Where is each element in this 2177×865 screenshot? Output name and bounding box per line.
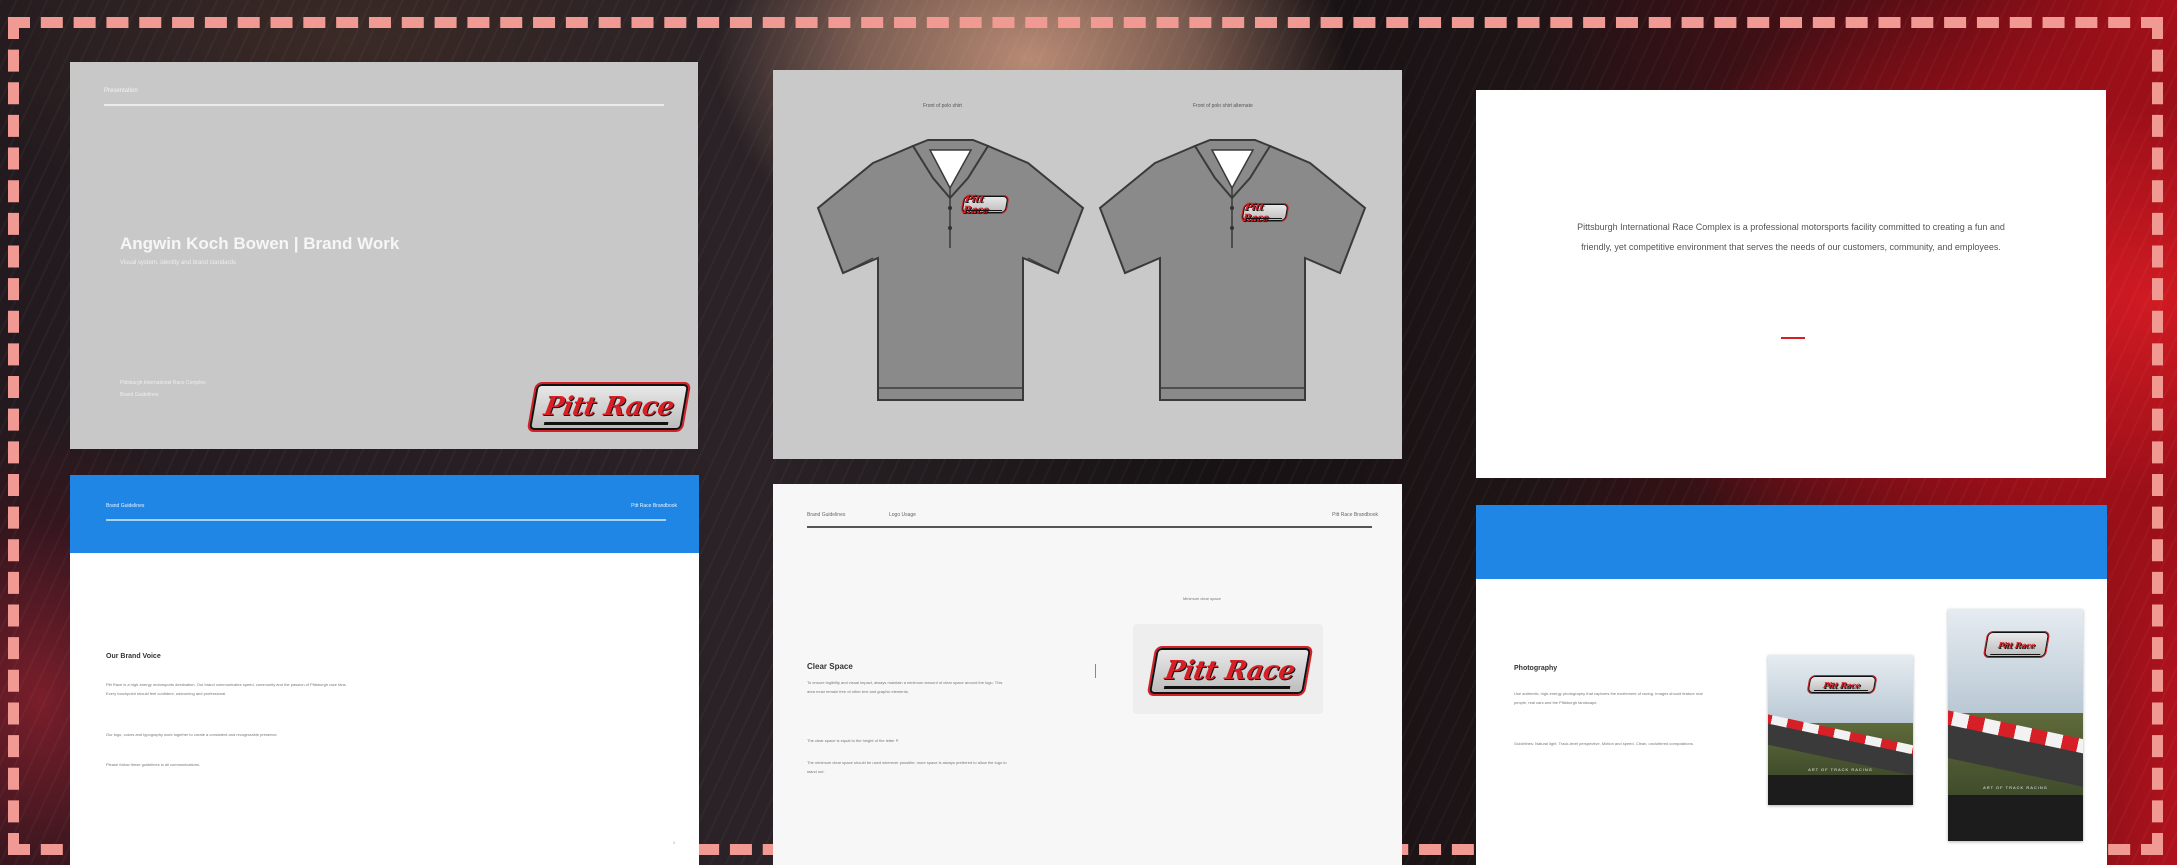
blue-header-bar (1476, 505, 2107, 579)
section-heading: Clear Space (807, 662, 853, 671)
header-label: Pitt Race Brandbook (631, 503, 677, 509)
poster-title: ART OF TRACK RACING (1983, 784, 2048, 790)
measure-mark (1095, 664, 1100, 678)
racetrack-poster-tall: Pitt Race ART OF TRACK RACING (1948, 609, 2083, 841)
divider (104, 104, 664, 106)
poster-title: ART OF TRACK RACING (1808, 767, 1873, 772)
pitt-race-logo: Pitt Race (1807, 676, 1876, 693)
section-heading: Our Brand Voice (106, 653, 161, 660)
polo-shirt-front-alternate: Pitt Race (1095, 138, 1370, 410)
mission-statement-slide-thumbnail[interactable]: Pittsburgh International Race Complex is… (1476, 90, 2106, 478)
mission-statement: Pittsburgh International Race Complex is… (1577, 222, 2005, 252)
photography-slide-thumbnail[interactable]: Photography Use authentic, high-energy p… (1476, 505, 2107, 865)
blue-header-bar: Brand Guidelines Pitt Race Brandbook (70, 475, 699, 553)
body-paragraph: Guidelines: Natural light. Track-level p… (1514, 741, 1694, 746)
polo-shirt-front: Pitt Race (813, 138, 1088, 410)
body-paragraph: To ensure legibility and visual impact, … (807, 680, 1003, 694)
body-paragraph: Please follow these guidelines in all co… (106, 762, 201, 767)
slide-label: Presentation (104, 88, 138, 94)
logo-label: Minimum clear space (1183, 596, 1221, 601)
polo-caption: Front of polo shirt (923, 103, 962, 109)
slide-footer-line: Pittsburgh International Race Complex (120, 380, 206, 386)
polo-caption: Front of polo shirt alternate (1193, 103, 1253, 109)
header-label: Pitt Race Brandbook (1332, 512, 1378, 518)
body-paragraph: Use authentic, high-energy photography t… (1514, 691, 1703, 705)
accent-mark (1781, 337, 1805, 339)
clear-space-slide-thumbnail[interactable]: Brand Guidelines Logo Usage Pitt Race Br… (773, 484, 1402, 865)
pitt-race-logo: Pitt Race (1241, 202, 1289, 224)
racetrack-poster: Pitt Race ART OF TRACK RACING (1768, 655, 1913, 805)
slide-title: Angwin Koch Bowen | Brand Work (120, 234, 400, 253)
divider (106, 519, 666, 521)
page-number: 3 (672, 840, 675, 845)
header-label: Logo Usage (889, 512, 916, 518)
body-paragraph: The minimum clear space should be used w… (807, 760, 1007, 774)
cover-slide-thumbnail[interactable]: Presentation Angwin Koch Bowen | Brand W… (70, 62, 698, 449)
section-heading: Photography (1514, 665, 1558, 672)
slide-footer-line: Brand Guidelines (120, 392, 159, 398)
pitt-race-logo: Pitt Race (1148, 648, 1312, 694)
body-paragraph: Our logo, colors and typography work tog… (106, 732, 278, 737)
body-paragraph: The clear space is equal to the height o… (807, 738, 899, 743)
divider (807, 526, 1372, 528)
body-paragraph: Pitt Race is a high-energy motorsports d… (106, 682, 347, 696)
brand-voice-slide-thumbnail[interactable]: Brand Guidelines Pitt Race Brandbook Our… (70, 475, 699, 865)
pitt-race-logo: Pitt Race (1983, 632, 2050, 658)
polo-mockup-slide-thumbnail[interactable]: Front of polo shirt Front of polo shirt … (773, 70, 1402, 459)
pitt-race-logo: Pitt Race (961, 194, 1009, 216)
header-label: Brand Guidelines (807, 512, 846, 518)
header-label: Brand Guidelines (106, 503, 145, 509)
pitt-race-logo: Pitt Race (528, 384, 690, 430)
slide-subtitle: Visual system, identity and brand standa… (120, 260, 236, 266)
